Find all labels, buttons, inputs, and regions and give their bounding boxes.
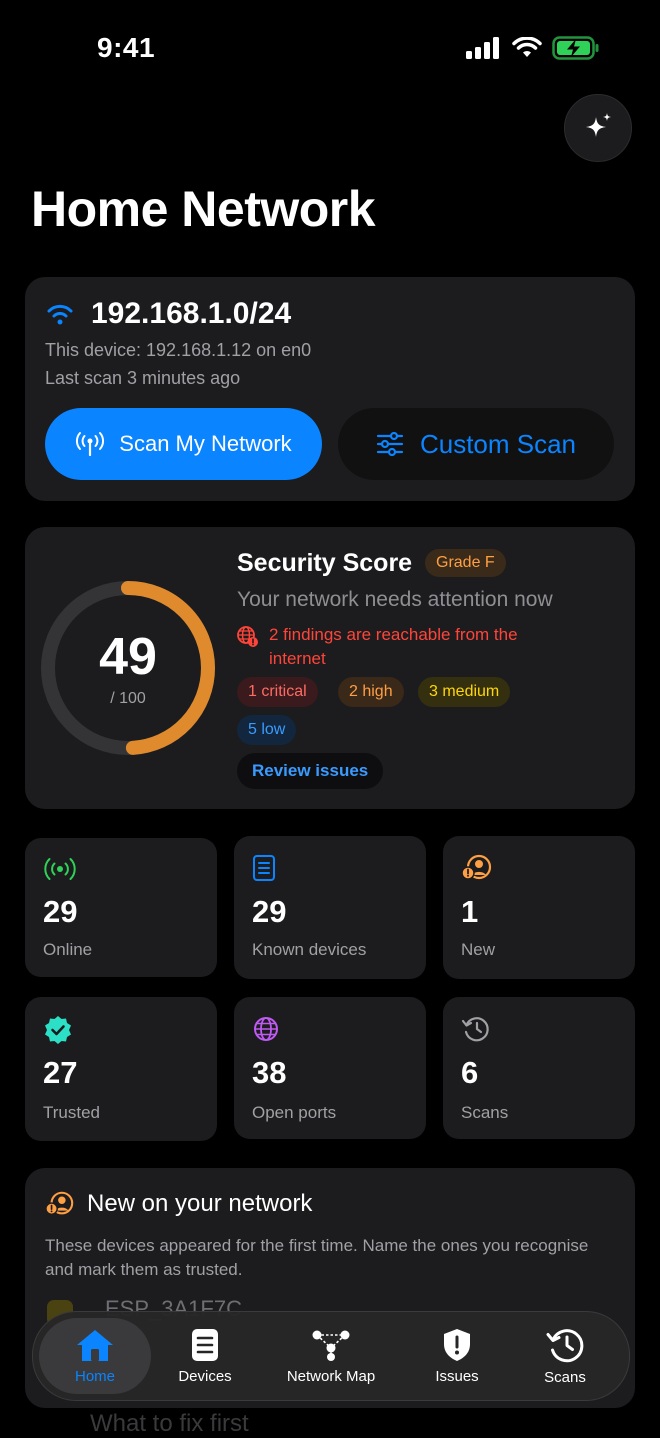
stat-label: New — [461, 940, 496, 959]
internet-reachable-warning: 2 findings are reachable from the intern… — [235, 623, 529, 671]
new-person-icon — [45, 1191, 74, 1216]
stat-label: Open ports — [252, 1103, 337, 1122]
tab-scans[interactable]: Scans — [511, 1312, 619, 1400]
scan-my-network-label: Scan My Network — [119, 431, 292, 456]
status-icons — [466, 36, 600, 60]
security-subtitle: Your network needs attention now — [237, 588, 553, 611]
tab-issues[interactable]: Issues — [403, 1312, 511, 1400]
network-subnet-row: 192.168.1.0/24 — [45, 297, 291, 331]
devices-icon — [192, 1328, 218, 1361]
tab-devices[interactable]: Devices — [151, 1312, 259, 1400]
stat-value: 29 — [43, 894, 78, 929]
tab-label: Home — [74, 1367, 115, 1385]
wifi-status-icon — [512, 37, 542, 57]
new-person-icon — [461, 854, 492, 880]
stat-value: 27 — [43, 1055, 78, 1090]
broadcast-icon — [44, 858, 76, 880]
security-score-title: Security Score — [237, 549, 413, 577]
critical-count-pill[interactable]: 1 critical — [237, 677, 318, 707]
new-devices-title: New on your network — [87, 1190, 313, 1217]
new-devices-header: New on your network — [45, 1190, 312, 1218]
stat-value: 1 — [461, 894, 479, 929]
stat-value: 6 — [461, 1055, 479, 1090]
tab-label: Issues — [435, 1367, 479, 1385]
stat-value: 29 — [252, 894, 287, 929]
new-devices-description: These devices appeared for the first tim… — [45, 1236, 589, 1279]
history-icon — [461, 1017, 489, 1042]
tab-network-map[interactable]: Network Map — [263, 1312, 399, 1400]
ai-assistant-button[interactable] — [564, 94, 632, 162]
stat-value: 38 — [252, 1055, 287, 1090]
stat-label: Known devices — [252, 940, 367, 959]
high-count-pill[interactable]: 2 high — [338, 677, 404, 707]
antenna-icon — [76, 432, 105, 457]
network-card: 192.168.1.0/24 This device: 192.168.1.12… — [25, 277, 635, 501]
security-score-max: / 100 — [110, 690, 146, 707]
verified-badge-icon — [45, 1016, 71, 1044]
last-scan-line: Last scan 3 minutes ago — [45, 368, 241, 388]
stat-tile-new[interactable]: 1 New — [443, 836, 635, 979]
status-time: 9:41 — [97, 32, 156, 63]
custom-scan-label: Custom Scan — [419, 428, 577, 459]
home-icon — [77, 1329, 113, 1361]
tab-home[interactable]: Home — [39, 1312, 151, 1400]
globe-icon — [254, 1017, 278, 1041]
page-title: Home Network — [31, 181, 376, 237]
tab-label: Scans — [544, 1368, 586, 1386]
stat-tile-open-ports[interactable]: 38 Open ports — [234, 997, 426, 1139]
stat-label: Scans — [461, 1103, 509, 1122]
grade-badge: Grade F — [425, 549, 506, 577]
issues-shield-icon — [444, 1328, 470, 1361]
internet-reachable-text: 2 findings are reachable from the intern… — [269, 625, 518, 668]
tab-label: Network Map — [286, 1367, 376, 1385]
security-score-value: 49 — [99, 628, 157, 686]
cellular-signal-icon — [466, 37, 499, 59]
stat-tile-trusted[interactable]: 27 Trusted — [25, 997, 217, 1141]
stat-tile-scans[interactable]: 6 Scans — [443, 997, 635, 1139]
custom-scan-button[interactable]: Custom Scan — [338, 408, 614, 480]
globe-alert-icon — [237, 626, 258, 647]
stat-label: Trusted — [43, 1103, 101, 1122]
wifi-icon — [47, 304, 73, 325]
scan-my-network-button[interactable]: Scan My Network — [45, 408, 322, 480]
network-map-icon — [312, 1330, 350, 1361]
network-subnet: 192.168.1.0/24 — [91, 297, 292, 330]
scans-history-icon — [546, 1328, 584, 1362]
tab-bar: Home Devices Network Map Issues Scans — [32, 1311, 630, 1401]
low-count-pill[interactable]: 5 low — [237, 715, 297, 745]
battery-charging-icon — [552, 36, 599, 60]
sparkles-icon — [586, 113, 611, 137]
stat-tile-known-devices[interactable]: 29 Known devices — [234, 836, 426, 979]
medium-count-pill[interactable]: 3 medium — [418, 677, 511, 707]
sliders-icon — [376, 432, 404, 456]
list-icon — [253, 855, 275, 881]
security-score-card[interactable]: 49 / 100 Security Score Grade F Your net… — [25, 527, 635, 809]
stat-label: Online — [43, 940, 93, 959]
stat-tile-online[interactable]: 29 Online — [25, 838, 217, 977]
this-device-line: This device: 192.168.1.12 on en0 — [45, 340, 312, 360]
tab-label: Devices — [178, 1367, 232, 1385]
review-issues-button[interactable]: Review issues — [237, 753, 384, 789]
